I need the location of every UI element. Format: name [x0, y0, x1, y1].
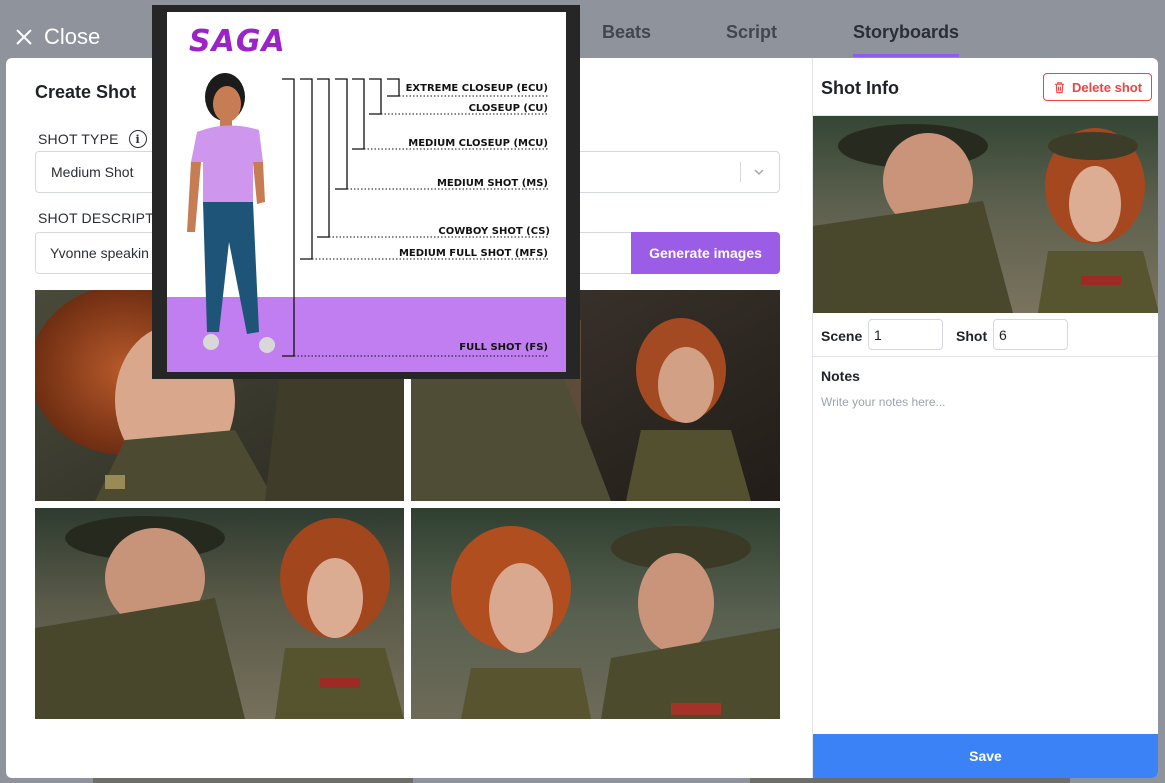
generated-image[interactable]	[411, 508, 780, 719]
shot-label-fs: FULL SHOT (FS)	[459, 342, 548, 353]
close-button[interactable]: Close	[14, 24, 100, 50]
create-shot-title: Create Shot	[35, 82, 137, 102]
select-separator	[740, 162, 741, 182]
shot-input[interactable]: 6	[993, 319, 1068, 350]
close-icon	[16, 29, 32, 45]
shot-label-cu: CLOSEUP (CU)	[468, 103, 548, 114]
delete-shot-button[interactable]: Delete shot	[1043, 73, 1152, 101]
delete-shot-label: Delete shot	[1071, 79, 1143, 95]
divider	[813, 356, 1158, 357]
shot-type-label-text: SHOT TYPE	[38, 131, 119, 147]
tab-script[interactable]: Script	[726, 18, 777, 53]
shot-description-label: SHOT DESCRIPTIO	[38, 210, 170, 226]
shot-info-title: Shot Info	[821, 78, 899, 98]
shot-label-mcu: MEDIUM CLOSEUP (MCU)	[408, 138, 548, 149]
generated-image[interactable]	[35, 508, 404, 719]
shot-type-tooltip: SAGA EXTREME CLOSEUP (ECU) CLOSEUP (CU) …	[152, 5, 580, 379]
shot-label: Shot	[956, 328, 988, 344]
figure-illustration	[187, 73, 549, 357]
trash-icon	[1054, 81, 1065, 93]
tab-storyboards[interactable]: Storyboards	[853, 18, 960, 57]
save-button[interactable]: Save	[813, 734, 1158, 778]
notes-label: Notes	[821, 368, 860, 384]
shot-label-ms: MEDIUM SHOT (MS)	[436, 178, 548, 189]
shot-preview-image	[813, 116, 1158, 313]
shot-type-diagram: SAGA EXTREME CLOSEUP (ECU) CLOSEUP (CU) …	[167, 12, 566, 372]
notes-textarea[interactable]: Write your notes here...	[821, 395, 946, 409]
chevron-down-icon	[754, 169, 764, 176]
info-icon[interactable]: i	[128, 130, 147, 148]
scene-label: Scene	[821, 328, 863, 344]
shot-info-panel: Shot Info Delete shot Scene 1 Shot 6 Not…	[812, 58, 1158, 778]
shot-label-mfs: MEDIUM FULL SHOT (MFS)	[398, 248, 548, 259]
shot-label-cs: COWBOY SHOT (CS)	[438, 226, 550, 237]
tab-beats[interactable]: Beats	[602, 18, 651, 53]
shot-type-value: Medium Shot	[51, 164, 134, 180]
shot-type-label: SHOT TYPE i	[38, 130, 147, 148]
scene-input[interactable]: 1	[868, 319, 943, 350]
shot-label-ecu: EXTREME CLOSEUP (ECU)	[405, 83, 548, 94]
close-label: Close	[44, 24, 101, 49]
generate-images-button[interactable]: Generate images	[631, 232, 780, 274]
